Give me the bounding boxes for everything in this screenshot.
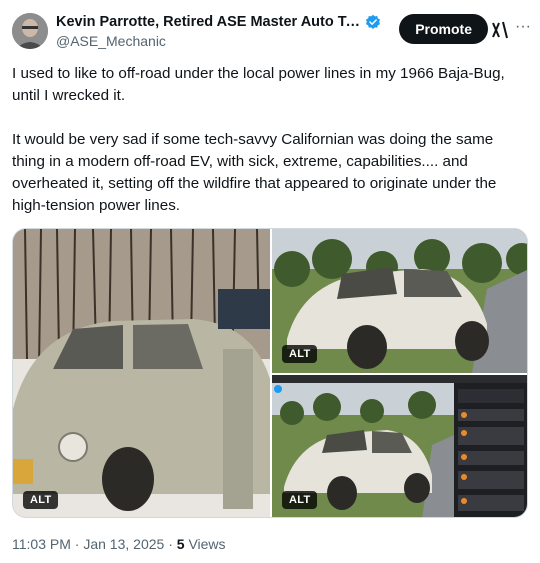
meta-separator: · (74, 536, 80, 552)
views-label: Views (188, 536, 226, 552)
tweet-date[interactable]: Jan 13, 2025 (83, 536, 164, 552)
views-count[interactable]: 5 (177, 536, 185, 552)
tweet-meta: 11:03 PM · Jan 13, 2025 · 5 Views (12, 536, 226, 552)
tweet-header: Kevin Parrotte, Retired ASE Master Auto … (12, 10, 532, 54)
tweet-time[interactable]: 11:03 PM (12, 536, 71, 552)
author-names: Kevin Parrotte, Retired ASE Master Auto … (56, 14, 386, 49)
user-handle[interactable]: @ASE_Mechanic (56, 33, 386, 49)
meta-separator: · (168, 536, 173, 552)
tweet-paragraph: It would be very sad if some tech-savvy … (12, 131, 497, 214)
alt-badge[interactable]: ALT (282, 491, 318, 509)
display-name[interactable]: Kevin Parrotte, Retired ASE Master Auto … (56, 14, 361, 30)
tweet-paragraph: I used to like to off-road under the loc… (12, 65, 505, 104)
promote-button[interactable]: Promote (399, 14, 488, 44)
alt-badge[interactable]: ALT (282, 345, 318, 363)
tweet-text: I used to like to off-road under the loc… (12, 63, 528, 217)
verified-badge-icon[interactable] (365, 14, 381, 30)
photo-beetle-snow[interactable]: ALT (13, 229, 270, 517)
photo-screenshot-beetle[interactable]: ALT (272, 375, 527, 517)
avatar[interactable] (12, 13, 48, 49)
media-grid: ALT ALT ALT (12, 228, 528, 518)
alt-badge[interactable]: ALT (23, 491, 59, 509)
more-icon[interactable]: ··· (514, 19, 532, 40)
grok-icon[interactable] (490, 20, 510, 40)
photo-wrecked-beetle[interactable]: ALT (272, 229, 527, 373)
